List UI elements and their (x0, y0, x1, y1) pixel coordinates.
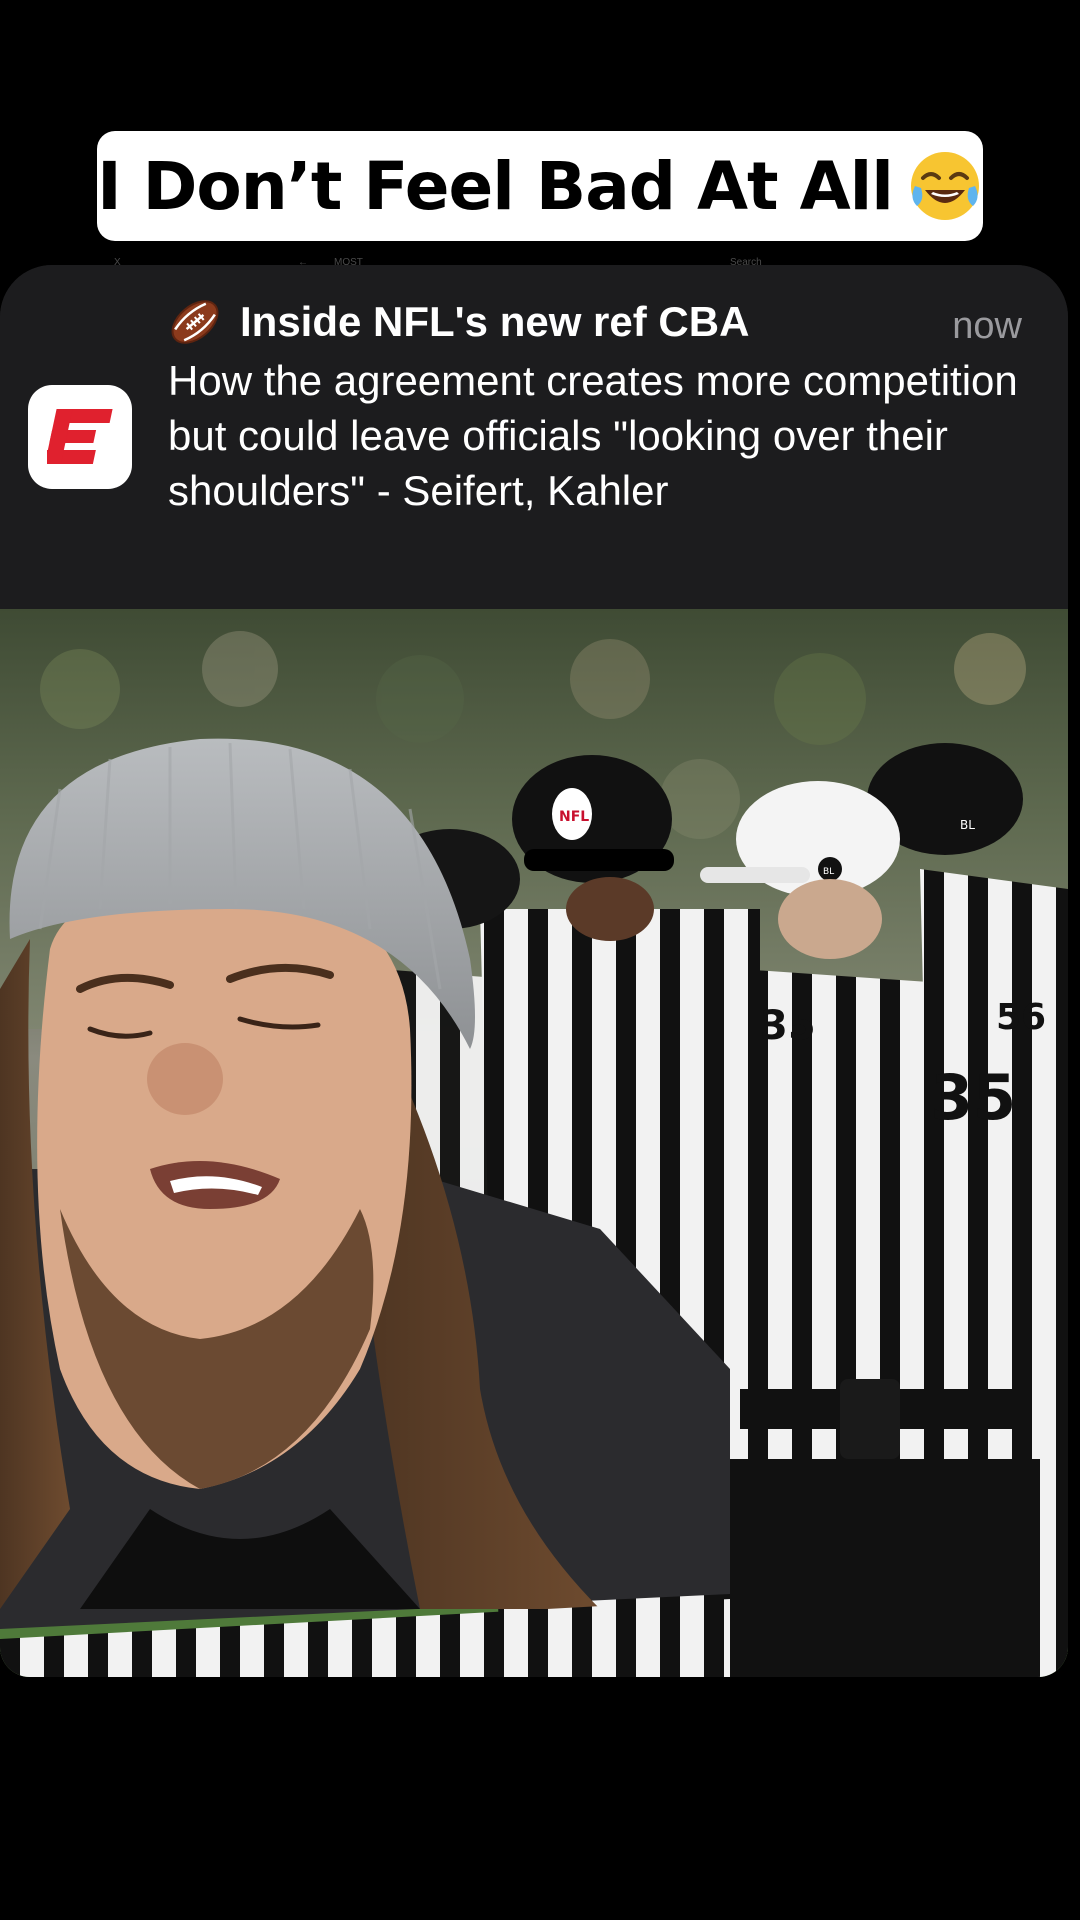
svg-text:BL: BL (960, 818, 975, 832)
espn-logo-icon (28, 385, 132, 489)
caption-text: I Don’t Feel Bad At All (97, 147, 894, 225)
jersey-number: 35 (930, 1061, 1016, 1134)
tears-of-joy-emoji-icon (907, 148, 983, 224)
svg-text:NFL: NFL (559, 809, 589, 825)
jersey-number: 56 (996, 997, 1046, 1038)
jersey-number: 35 (760, 1003, 816, 1049)
notification-title-text: Inside NFL's new ref CBA (240, 298, 750, 345)
notification-body: How the agreement creates more competiti… (168, 357, 1018, 514)
news-card[interactable]: Inside NFL's new ref CBA now How the agr… (0, 265, 1068, 1677)
notification-time: now (952, 305, 1022, 347)
american-football-icon (168, 295, 222, 349)
push-notification[interactable]: Inside NFL's new ref CBA now How the agr… (0, 265, 1068, 609)
video-frame: I Don’t Feel Bad At All X ← MOST Search (0, 0, 1080, 1920)
svg-text:BL: BL (823, 867, 834, 877)
caption-banner: I Don’t Feel Bad At All (97, 131, 983, 241)
referees-photo: BL NFL BL 35 35 56 (0, 609, 1068, 1677)
notification-title: Inside NFL's new ref CBA (168, 295, 749, 349)
